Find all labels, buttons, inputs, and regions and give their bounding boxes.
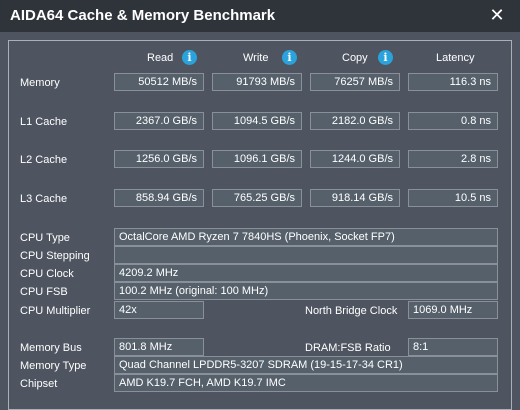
value-cpu-clock: 4209.2 MHz: [114, 264, 498, 282]
value-cpu-fsb: 100.2 MHz (original: 100 MHz): [114, 282, 498, 300]
memory-copy-value: 76257 MB/s: [310, 73, 400, 91]
l2-copy-value: 1244.0 GB/s: [310, 150, 400, 168]
write-info-icon[interactable]: i: [282, 50, 297, 65]
copy-info-icon[interactable]: i: [378, 50, 393, 65]
label-memory-bus: Memory Bus: [20, 342, 82, 354]
window-title: AIDA64 Cache & Memory Benchmark: [10, 7, 276, 24]
read-info-icon[interactable]: i: [182, 50, 197, 65]
row-label-memory: Memory: [20, 77, 60, 89]
l1-write-value: 1094.5 GB/s: [212, 112, 302, 130]
l1-latency-value: 0.8 ns: [408, 112, 498, 130]
label-cpu-multiplier: CPU Multiplier: [20, 305, 91, 317]
value-north-bridge-clock: 1069.0 MHz: [408, 301, 498, 319]
label-cpu-type: CPU Type: [20, 232, 70, 244]
value-memory-bus: 801.8 MHz: [114, 338, 204, 356]
memory-write-value: 91793 MB/s: [212, 73, 302, 91]
value-cpu-type: OctalCore AMD Ryzen 7 7840HS (Phoenix, S…: [114, 228, 498, 246]
l3-read-value: 858.94 GB/s: [114, 189, 204, 207]
label-dram-fsb-ratio: DRAM:FSB Ratio: [305, 342, 391, 354]
title-bar: AIDA64 Cache & Memory Benchmark ✕: [0, 0, 520, 32]
row-label-l2-cache: L2 Cache: [20, 154, 68, 166]
header-read: Read: [147, 52, 174, 64]
label-cpu-stepping: CPU Stepping: [20, 250, 90, 262]
value-cpu-stepping: [114, 246, 498, 264]
label-north-bridge-clock: North Bridge Clock: [305, 305, 398, 317]
label-chipset: Chipset: [20, 378, 58, 390]
header-write: Write: [243, 52, 269, 64]
label-cpu-fsb: CPU FSB: [20, 286, 68, 298]
memory-read-value: 50512 MB/s: [114, 73, 204, 91]
l2-latency-value: 2.8 ns: [408, 150, 498, 168]
l3-copy-value: 918.14 GB/s: [310, 189, 400, 207]
label-memory-type: Memory Type: [20, 360, 87, 372]
value-memory-type: Quad Channel LPDDR5-3207 SDRAM (19-15-17…: [114, 356, 498, 374]
row-label-l3-cache: L3 Cache: [20, 193, 68, 205]
row-label-l1-cache: L1 Cache: [20, 116, 68, 128]
l1-read-value: 2367.0 GB/s: [114, 112, 204, 130]
close-icon[interactable]: ✕: [474, 0, 520, 32]
l3-latency-value: 10.5 ns: [408, 189, 498, 207]
header-latency: Latency: [436, 52, 475, 64]
l2-write-value: 1096.1 GB/s: [212, 150, 302, 168]
l1-copy-value: 2182.0 GB/s: [310, 112, 400, 130]
l2-read-value: 1256.0 GB/s: [114, 150, 204, 168]
label-cpu-clock: CPU Clock: [20, 268, 74, 280]
value-dram-fsb-ratio: 8:1: [408, 338, 498, 356]
l3-write-value: 765.25 GB/s: [212, 189, 302, 207]
memory-latency-value: 116.3 ns: [408, 73, 498, 91]
value-cpu-multiplier: 42x: [114, 301, 204, 319]
value-chipset: AMD K19.7 FCH, AMD K19.7 IMC: [114, 374, 498, 392]
header-copy: Copy: [342, 52, 368, 64]
